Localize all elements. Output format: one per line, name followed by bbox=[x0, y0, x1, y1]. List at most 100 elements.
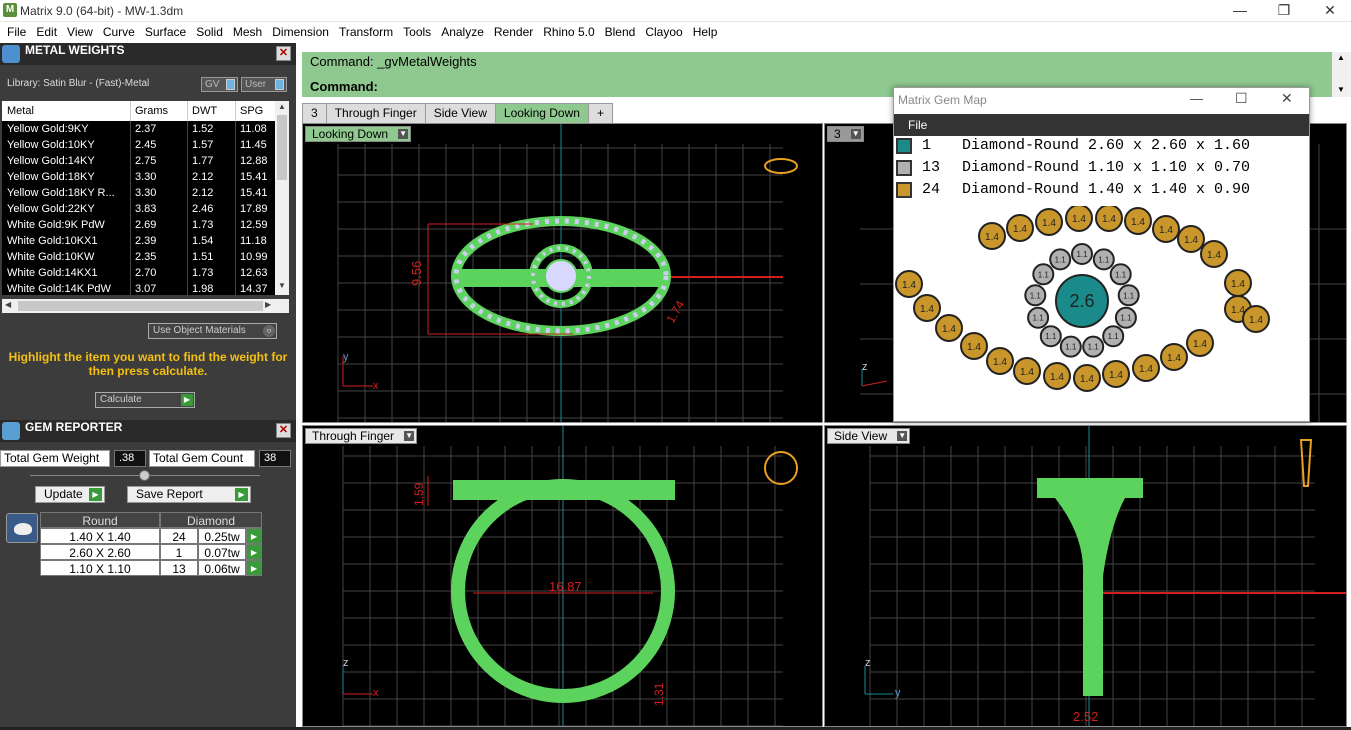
scroll-up-icon[interactable]: ▲ bbox=[1337, 53, 1345, 62]
viewport-label-through-finger[interactable]: Through Finger ▼ bbox=[305, 428, 418, 444]
outer-gem-label: 1.4 bbox=[1102, 214, 1116, 225]
viewport-through-finger[interactable]: 16.87 1.59 1.31 z x Through Finger ▼ bbox=[302, 425, 823, 727]
tab-3[interactable]: 3 bbox=[302, 103, 327, 123]
table-row[interactable]: 2.60 X 2.60 1 0.07tw ▶ bbox=[40, 544, 262, 560]
table-row[interactable]: Yellow Gold:9KY 2.37 1.52 11.08 bbox=[2, 121, 289, 137]
table-row[interactable]: 1.40 X 1.40 24 0.25tw ▶ bbox=[40, 528, 262, 544]
table-row[interactable]: Yellow Gold:18KY R... 3.30 2.12 15.41 bbox=[2, 185, 289, 201]
menu-tools[interactable]: Tools bbox=[398, 22, 436, 43]
table-row[interactable]: Yellow Gold:18KY 3.30 2.12 15.41 bbox=[2, 169, 289, 185]
col-grams[interactable]: Grams bbox=[131, 101, 188, 121]
viewport-side-view[interactable]: 2.52 z y Side View ▼ bbox=[824, 425, 1347, 727]
restore-icon[interactable]: ❐ bbox=[1264, 0, 1304, 22]
table-cell: 11.08 bbox=[240, 123, 267, 135]
scroll-up-icon[interactable]: ▲ bbox=[278, 102, 286, 111]
menu-analyze[interactable]: Analyze bbox=[436, 22, 489, 43]
user-toggle[interactable]: User bbox=[241, 77, 287, 92]
menu-clayoo[interactable]: Clayoo bbox=[640, 22, 687, 43]
update-button[interactable]: Update ▶ bbox=[35, 486, 105, 503]
table-row[interactable]: 1.10 X 1.10 13 0.06tw ▶ bbox=[40, 560, 262, 576]
chevron-down-icon[interactable]: ▼ bbox=[897, 431, 908, 441]
use-object-materials-toggle[interactable]: Use Object Materials ○ bbox=[148, 323, 277, 339]
tab-through-finger[interactable]: Through Finger bbox=[325, 103, 426, 123]
command-prompt[interactable]: Command: bbox=[310, 79, 378, 94]
menu-solid[interactable]: Solid bbox=[191, 22, 228, 43]
menu-view[interactable]: View bbox=[62, 22, 98, 43]
splitter-handle-icon[interactable] bbox=[139, 470, 150, 481]
chevron-down-icon[interactable]: ▼ bbox=[850, 129, 861, 139]
chevron-down-icon[interactable]: ▼ bbox=[398, 129, 409, 139]
viewport-label-side-view[interactable]: Side View ▼ bbox=[827, 428, 911, 444]
metal-table-hscroll[interactable]: ◀ ▶ bbox=[2, 299, 289, 313]
user-label: User bbox=[245, 79, 267, 90]
table-cell: 3.30 bbox=[131, 185, 188, 201]
menu-dimension[interactable]: Dimension bbox=[267, 22, 334, 43]
menu-rhino[interactable]: Rhino 5.0 bbox=[538, 22, 599, 43]
add-tab-button[interactable]: + bbox=[587, 103, 613, 123]
metal-table-vscroll[interactable]: ▲ ▼ bbox=[275, 101, 289, 295]
minimize-icon[interactable]: — bbox=[1220, 0, 1260, 22]
viewport-looking-down[interactable]: 9.56 1.74 y x Looking Down ▼ bbox=[302, 123, 823, 423]
menu-blend[interactable]: Blend bbox=[600, 22, 641, 43]
viewport-label-looking-down[interactable]: Looking Down ▼ bbox=[305, 126, 412, 142]
menu-edit[interactable]: Edit bbox=[31, 22, 62, 43]
maximize-icon[interactable]: ☐ bbox=[1235, 90, 1248, 107]
calculate-button[interactable]: Calculate ▶ bbox=[95, 392, 195, 408]
scroll-down-icon[interactable]: ▼ bbox=[278, 281, 286, 290]
table-row[interactable]: White Gold:10KX1 2.39 1.54 11.18 bbox=[2, 233, 289, 249]
scroll-right-icon[interactable]: ▶ bbox=[265, 300, 271, 309]
table-row[interactable]: White Gold:9K PdW 2.69 1.73 12.59 bbox=[2, 217, 289, 233]
col-spg[interactable]: SPG bbox=[236, 101, 276, 121]
table-cell: 15.41 bbox=[240, 171, 268, 183]
table-row[interactable]: Yellow Gold:14KY 2.75 1.77 12.88 bbox=[2, 153, 289, 169]
table-row[interactable]: White Gold:10KW 2.35 1.51 10.99 bbox=[2, 249, 289, 265]
gem-map-menu-file[interactable]: File bbox=[894, 114, 1309, 136]
save-report-button[interactable]: Save Report ▶ bbox=[127, 486, 251, 503]
outer-gem-label: 1.4 bbox=[1159, 225, 1173, 236]
menu-render[interactable]: Render bbox=[489, 22, 538, 43]
play-icon[interactable]: ▶ bbox=[246, 544, 262, 560]
inner-gem-label: 1.1 bbox=[1045, 332, 1057, 341]
menu-mesh[interactable]: Mesh bbox=[228, 22, 267, 43]
tab-looking-down[interactable]: Looking Down bbox=[494, 103, 589, 123]
menu-transform[interactable]: Transform bbox=[334, 22, 398, 43]
command-scroll[interactable]: ▲ ▼ bbox=[1332, 52, 1351, 97]
scroll-left-icon[interactable]: ◀ bbox=[5, 300, 11, 309]
close-icon[interactable]: ✕ bbox=[276, 423, 291, 438]
legend-count: 13 bbox=[922, 159, 941, 176]
play-icon: ▶ bbox=[235, 488, 248, 501]
chevron-down-icon[interactable]: ▼ bbox=[404, 431, 415, 441]
minimize-icon[interactable]: — bbox=[1190, 91, 1203, 106]
gem-reporter-icon bbox=[2, 422, 20, 440]
gv-toggle[interactable]: GV bbox=[201, 77, 238, 92]
table-row[interactable]: White Gold:14K PdW 3.07 1.98 14.37 bbox=[2, 281, 289, 295]
viewport-tabs: 3 Through Finger Side View Looking Down … bbox=[302, 103, 613, 123]
close-icon[interactable]: ✕ bbox=[276, 46, 291, 61]
total-gem-count-label: Total Gem Count bbox=[149, 450, 255, 467]
table-row[interactable]: Yellow Gold:22KY 3.83 2.46 17.89 bbox=[2, 201, 289, 217]
play-icon[interactable]: ▶ bbox=[246, 560, 262, 576]
col-metal[interactable]: Metal bbox=[2, 101, 131, 121]
gem-map-window[interactable]: Matrix Gem Map — ☐ ✕ File 1 Diamond-Roun… bbox=[893, 87, 1310, 422]
table-cell: 15.41 bbox=[240, 187, 268, 199]
table-row[interactable]: Yellow Gold:10KY 2.45 1.57 11.45 bbox=[2, 137, 289, 153]
table-cell: 13 bbox=[160, 560, 198, 576]
close-icon[interactable]: ✕ bbox=[1281, 90, 1293, 107]
table-row[interactable]: White Gold:14KX1 2.70 1.73 12.63 bbox=[2, 265, 289, 281]
viewport-label-text: Looking Down bbox=[312, 127, 389, 141]
menu-surface[interactable]: Surface bbox=[140, 22, 191, 43]
close-icon[interactable]: ✕ bbox=[1310, 0, 1350, 22]
viewport-label-3[interactable]: 3 ▼ bbox=[827, 126, 864, 142]
inner-gem-label: 1.1 bbox=[1033, 314, 1045, 323]
axis-x: x bbox=[373, 380, 379, 392]
outer-gem-label: 1.4 bbox=[1050, 372, 1064, 383]
menu-help[interactable]: Help bbox=[688, 22, 723, 43]
menu-file[interactable]: File bbox=[2, 22, 31, 43]
play-icon[interactable]: ▶ bbox=[246, 528, 262, 544]
menu-curve[interactable]: Curve bbox=[98, 22, 140, 43]
scroll-thumb[interactable] bbox=[18, 301, 263, 311]
col-dwt[interactable]: DWT bbox=[188, 101, 236, 121]
tab-side-view[interactable]: Side View bbox=[424, 103, 496, 123]
scroll-thumb[interactable] bbox=[277, 115, 287, 180]
scroll-down-icon[interactable]: ▼ bbox=[1337, 85, 1345, 94]
